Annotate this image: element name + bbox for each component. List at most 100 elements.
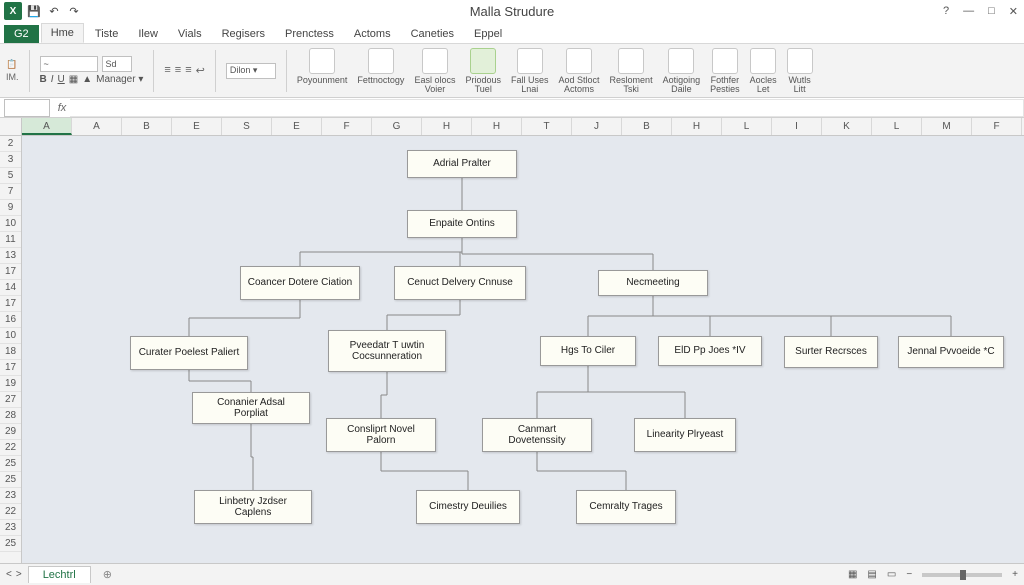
column-header[interactable]: F [972, 118, 1022, 135]
row-header[interactable]: 23 [0, 488, 21, 504]
tab-prev-button[interactable]: < [6, 569, 12, 580]
column-header[interactable]: B [122, 118, 172, 135]
row-header[interactable]: 3 [0, 152, 21, 168]
column-header[interactable]: F [322, 118, 372, 135]
fill-color-icon[interactable]: ▲ [82, 74, 92, 85]
number-format-combo[interactable]: Dilon ▾ [226, 63, 276, 79]
redo-icon[interactable]: ↷ [66, 3, 82, 19]
column-header[interactable]: T [522, 118, 572, 135]
row-header[interactable]: 29 [0, 424, 21, 440]
name-box[interactable] [4, 99, 50, 117]
ribbon-command[interactable]: Aod Stloct Actoms [559, 48, 600, 94]
zoom-out-button[interactable]: − [906, 569, 912, 580]
column-header[interactable]: B [622, 118, 672, 135]
undo-icon[interactable]: ↶ [46, 3, 62, 19]
manager-dropdown[interactable]: Manager ▾ [96, 74, 143, 85]
row-header[interactable]: 5 [0, 168, 21, 184]
ribbon-tab[interactable]: Eppel [465, 25, 511, 43]
column-header[interactable]: M [922, 118, 972, 135]
row-header[interactable]: 17 [0, 296, 21, 312]
font-size-combo[interactable]: Sd [102, 56, 132, 72]
align-center-icon[interactable]: ≡ [175, 64, 181, 77]
formula-input[interactable] [70, 99, 1024, 117]
ribbon-command[interactable]: Aocles Let [750, 48, 777, 94]
ribbon-command[interactable]: Priodous Tuel [465, 48, 501, 94]
row-header[interactable]: 7 [0, 184, 21, 200]
column-header[interactable]: E [272, 118, 322, 135]
ribbon-command[interactable]: Fettnoctogy [357, 48, 404, 94]
ribbon-command[interactable]: Poyounment [297, 48, 348, 94]
org-node[interactable]: Cenuct Delvery Cnnuse [394, 266, 526, 300]
column-header[interactable]: L [872, 118, 922, 135]
row-header[interactable]: 13 [0, 248, 21, 264]
row-header[interactable]: 25 [0, 456, 21, 472]
org-node[interactable]: Consliprt Novel Palorn [326, 418, 436, 452]
paste-icon[interactable]: 📋 [6, 59, 17, 70]
sheet-canvas[interactable]: Adrial PralterEnpaite OntinsCoancer Dote… [22, 136, 1024, 563]
zoom-in-button[interactable]: + [1012, 569, 1018, 580]
ribbon-command[interactable]: Fall Uses Lnai [511, 48, 549, 94]
column-header[interactable]: I [772, 118, 822, 135]
fx-icon[interactable]: fx [54, 102, 70, 114]
align-right-icon[interactable]: ≡ [185, 64, 191, 77]
zoom-slider[interactable] [922, 573, 1002, 577]
view-break-icon[interactable]: ▭ [887, 569, 896, 580]
row-header[interactable]: 22 [0, 440, 21, 456]
save-icon[interactable]: 💾 [26, 3, 42, 19]
org-node[interactable]: Coancer Dotere Ciation [240, 266, 360, 300]
select-all-corner[interactable] [0, 118, 22, 136]
row-header[interactable]: 17 [0, 360, 21, 376]
tab-next-button[interactable]: > [16, 569, 22, 580]
org-node[interactable]: Enpaite Ontins [407, 210, 517, 238]
ribbon-tab[interactable]: Prenctess [276, 25, 343, 43]
row-header[interactable]: 18 [0, 344, 21, 360]
view-layout-icon[interactable]: ▤ [867, 569, 876, 580]
maximize-button[interactable]: □ [988, 5, 995, 18]
row-header[interactable]: 25 [0, 536, 21, 552]
column-header[interactable]: E [172, 118, 222, 135]
org-node[interactable]: Curater Poelest Paliert [130, 336, 248, 370]
org-node[interactable]: Surter Recrsces [784, 336, 878, 368]
ribbon-tab[interactable]: Tiste [86, 25, 127, 43]
help-button[interactable]: ? [943, 5, 949, 18]
wrap-icon[interactable]: ↩ [196, 64, 205, 77]
row-header[interactable]: 27 [0, 392, 21, 408]
file-tab[interactable]: G2 [4, 25, 39, 43]
org-node[interactable]: Linbetry Jzdser Caplens [194, 490, 312, 524]
font-name-combo[interactable]: ~ [40, 56, 98, 72]
ribbon-command[interactable]: Fothfer Pesties [710, 48, 740, 94]
align-left-icon[interactable]: ≡ [164, 64, 170, 77]
column-header[interactable]: J [572, 118, 622, 135]
ribbon-command[interactable]: Aotigoing Daile [663, 48, 701, 94]
column-header[interactable]: H [422, 118, 472, 135]
org-node[interactable]: Cemralty Trages [576, 490, 676, 524]
underline-icon[interactable]: U [58, 74, 65, 85]
column-header[interactable]: A [22, 118, 72, 135]
column-header[interactable]: S [222, 118, 272, 135]
org-node[interactable]: Hgs To Ciler [540, 336, 636, 366]
row-header[interactable]: 17 [0, 264, 21, 280]
org-node[interactable]: Canmart Dovetenssity [482, 418, 592, 452]
minimize-button[interactable]: — [963, 5, 974, 18]
row-header[interactable]: 16 [0, 312, 21, 328]
ribbon-tab[interactable]: Ilew [129, 25, 167, 43]
sheet-tab-active[interactable]: Lechtrl [28, 566, 91, 583]
bold-icon[interactable]: B [40, 74, 47, 85]
column-header[interactable]: H [672, 118, 722, 135]
ribbon-tab[interactable]: Actoms [345, 25, 400, 43]
org-node[interactable]: Jennal Pvvoeide *C [898, 336, 1004, 368]
row-header[interactable]: 11 [0, 232, 21, 248]
column-header[interactable]: K [822, 118, 872, 135]
ribbon-tab[interactable]: Caneties [402, 25, 463, 43]
org-node[interactable]: Linearity Plryeast [634, 418, 736, 452]
org-node[interactable]: ElD Pp Joes *IV [658, 336, 762, 366]
ribbon-command[interactable]: Wutls Litt [787, 48, 813, 94]
row-header[interactable]: 9 [0, 200, 21, 216]
row-header[interactable]: 25 [0, 472, 21, 488]
row-header[interactable]: 10 [0, 216, 21, 232]
italic-icon[interactable]: I [51, 74, 54, 85]
row-header[interactable]: 19 [0, 376, 21, 392]
column-header[interactable]: H [472, 118, 522, 135]
border-icon[interactable]: ▦ [69, 74, 78, 85]
row-header[interactable]: 28 [0, 408, 21, 424]
